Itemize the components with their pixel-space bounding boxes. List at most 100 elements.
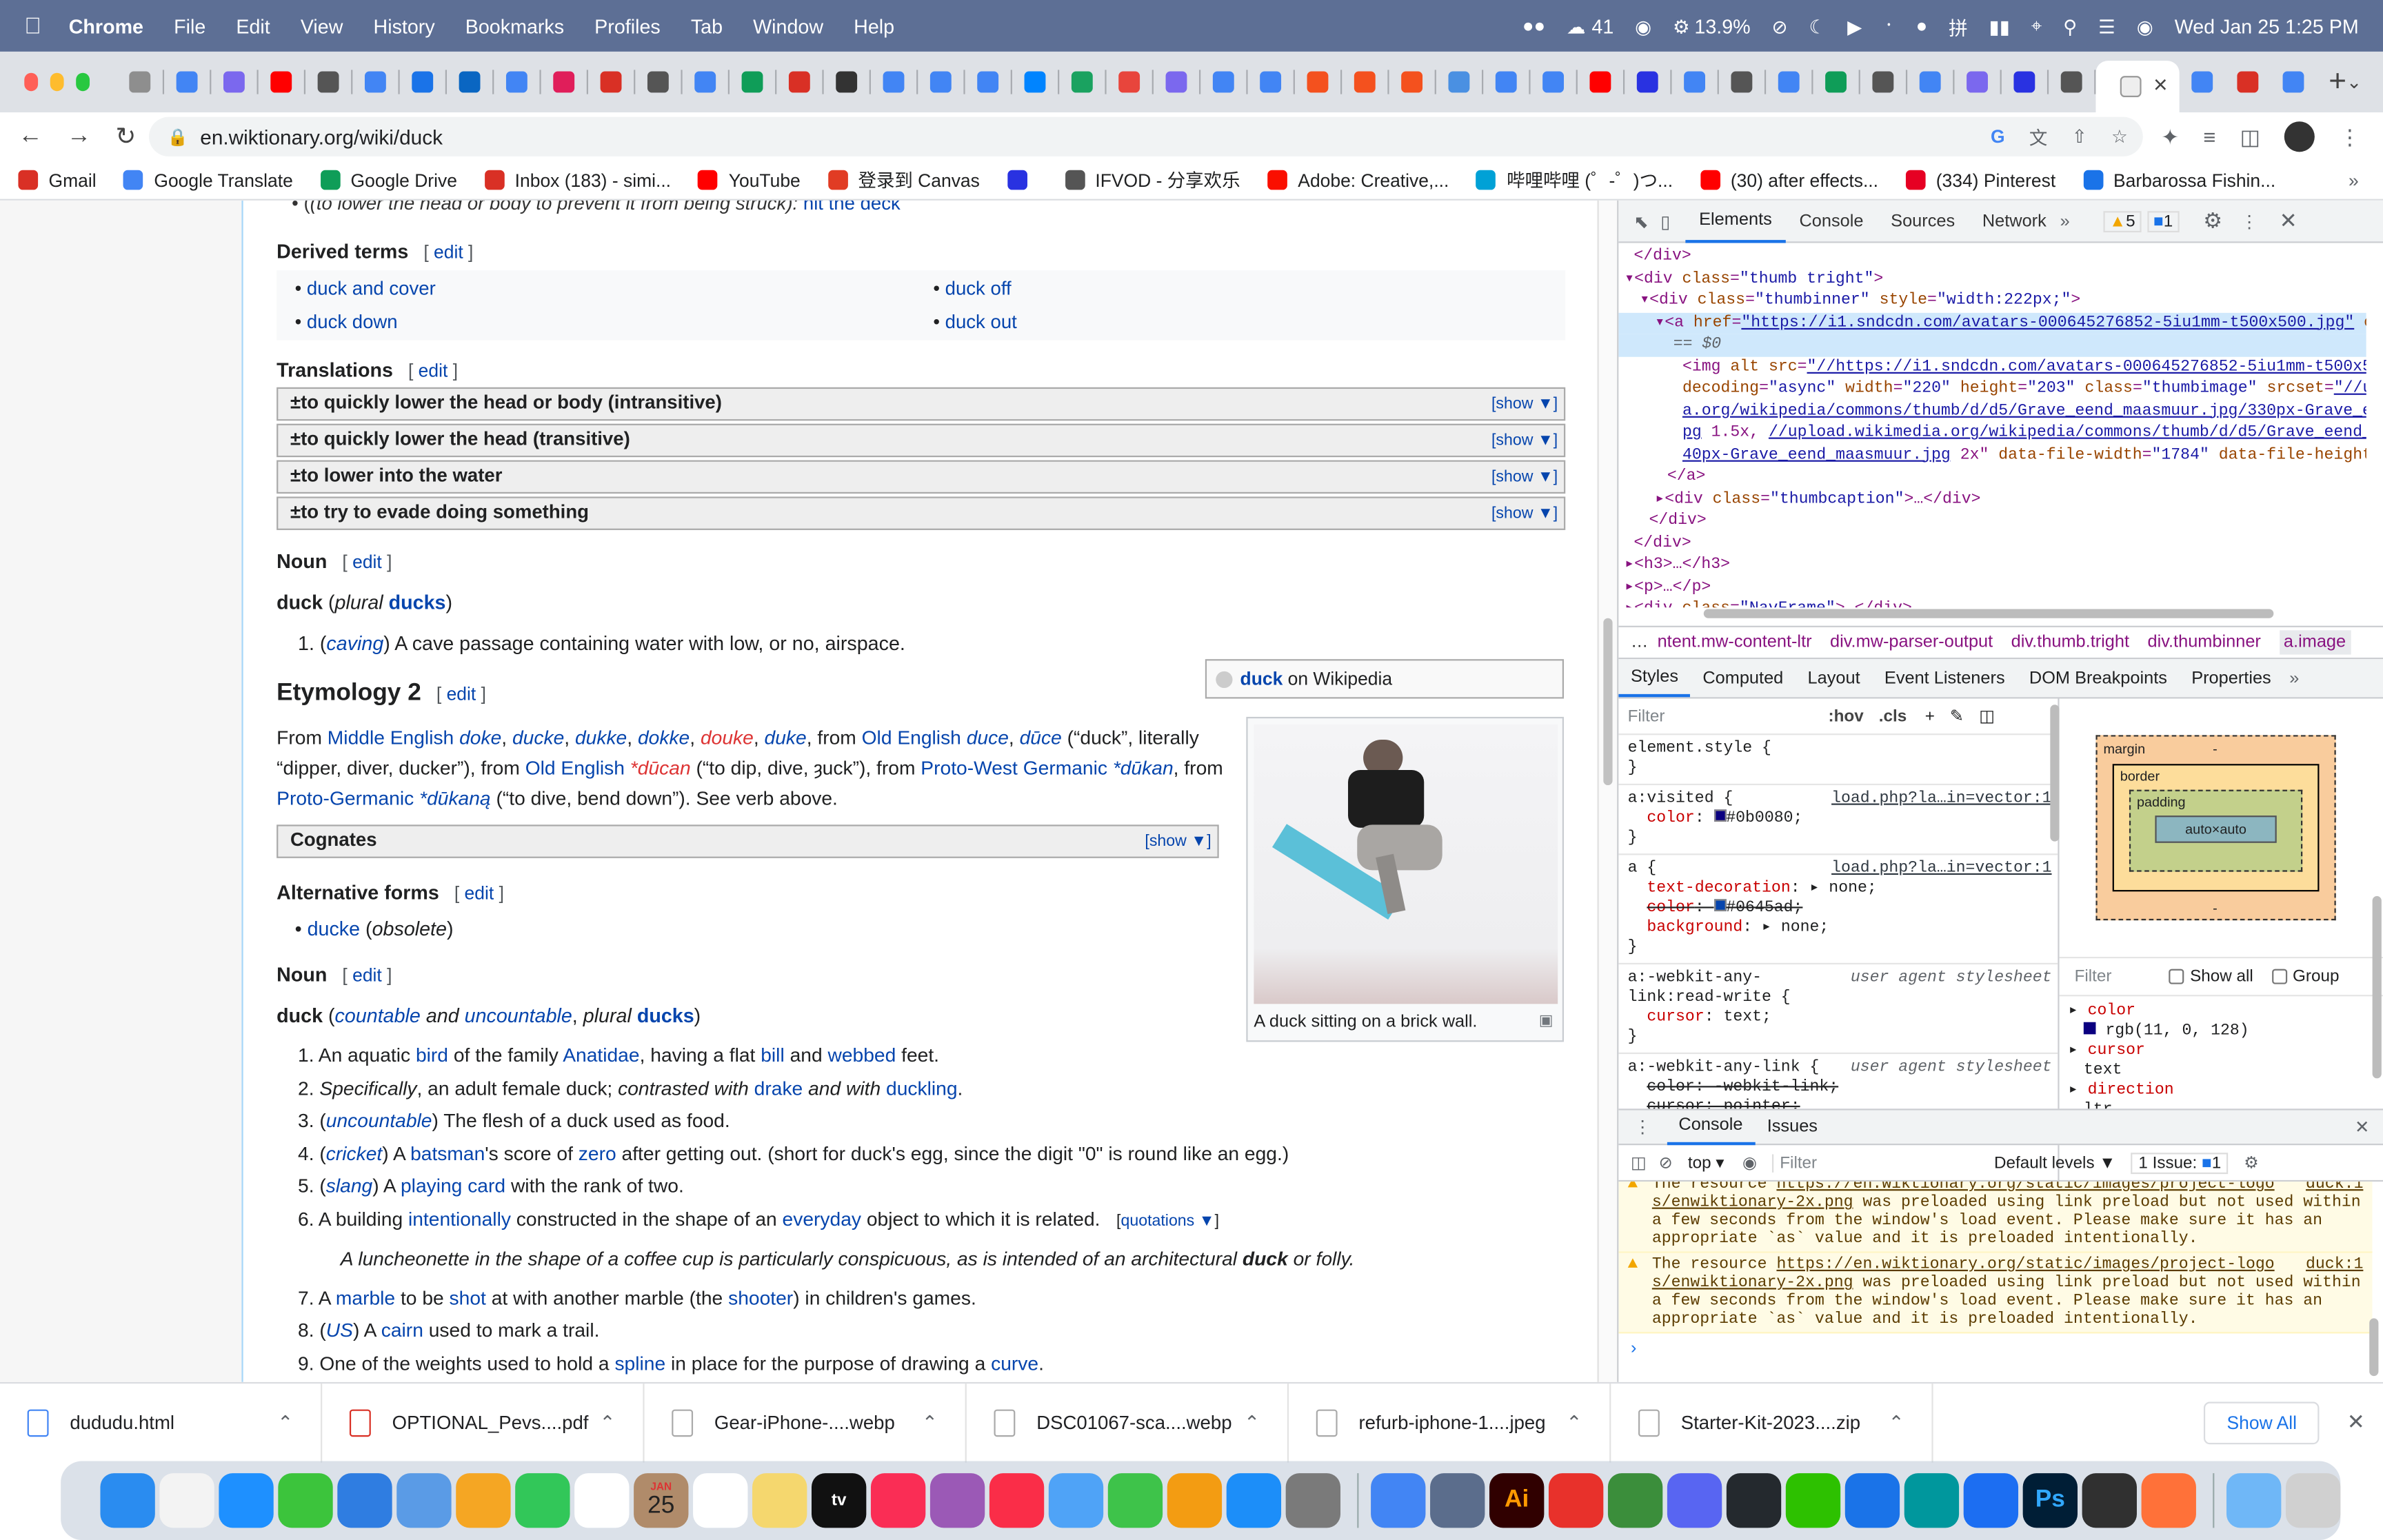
dark-dot-icon[interactable]: ● <box>1916 15 1928 37</box>
device-toolbar-icon[interactable]: ▯ <box>1660 210 1670 232</box>
messages-badge[interactable]: ■1 <box>2147 210 2180 232</box>
css-rule[interactable]: a {load.php?la…in=vector:1 text-decorati… <box>1618 855 2058 965</box>
moon-icon[interactable]: ☾ <box>1809 14 1826 37</box>
dock-app-icon[interactable]: Ps <box>2022 1473 2078 1528</box>
live-expression-eye-icon[interactable]: ◉ <box>1742 1153 1757 1172</box>
share-icon[interactable]: ⇧ <box>2072 126 2087 148</box>
console-prompt[interactable]: › <box>1618 1333 2372 1364</box>
bookmark-item[interactable]: 登录到 Canvas <box>827 167 980 192</box>
tab-favicon-icon[interactable] <box>1024 71 1046 93</box>
show-all-checkbox[interactable] <box>2169 969 2184 984</box>
download-item[interactable]: refurb-iphone-1....jpeg ⌃ <box>1289 1383 1611 1462</box>
tab-computed[interactable]: Computed <box>1691 660 1796 696</box>
menu-view[interactable]: View <box>301 14 343 37</box>
bluetooth-icon[interactable]: ᛫ <box>1883 15 1895 37</box>
dock-app-icon[interactable] <box>515 1473 570 1528</box>
menu-bookmarks[interactable]: Bookmarks <box>465 14 564 37</box>
tab-favicon-icon[interactable] <box>1448 71 1470 93</box>
computed-scrollbar[interactable] <box>2372 895 2382 1079</box>
tab-favicon-icon[interactable] <box>1731 71 1753 93</box>
siri-icon[interactable]: ◉ <box>2137 14 2153 37</box>
more-style-tabs-icon[interactable]: » <box>2289 669 2299 687</box>
caving-link[interactable]: caving <box>326 632 383 655</box>
menu-tab[interactable]: Tab <box>691 14 723 37</box>
devtools-settings-gear-icon[interactable]: ⚙ <box>2203 208 2222 234</box>
tab-favicon-icon[interactable] <box>176 71 198 93</box>
toggle-sidebar-icon[interactable]: ◫ <box>1979 706 1995 726</box>
dock-app-icon[interactable] <box>1226 1473 1282 1528</box>
tab-favicon-icon[interactable] <box>1589 71 1611 93</box>
dock-app-icon[interactable] <box>574 1473 630 1528</box>
translations-edit[interactable]: [ edit ] <box>408 356 458 385</box>
side-panel-icon[interactable]: ◫ <box>2240 124 2260 150</box>
window-minimize-button[interactable] <box>50 72 64 92</box>
tab-favicon-icon[interactable] <box>1400 71 1422 93</box>
bookmark-item[interactable] <box>1007 170 1038 190</box>
duck-thumbnail-image[interactable] <box>1254 724 1558 1004</box>
menu-history[interactable]: History <box>374 14 435 37</box>
translation-row[interactable]: ±to quickly lower the head (transitive)[… <box>276 423 1566 458</box>
tab-favicon-icon[interactable] <box>977 71 998 93</box>
bookmark-star-icon[interactable]: ☆ <box>2111 126 2128 148</box>
menu-profiles[interactable]: Profiles <box>594 14 661 37</box>
dock-app-icon[interactable] <box>870 1473 926 1528</box>
tab-favicon-icon[interactable] <box>459 71 481 93</box>
tab-favicon-icon[interactable] <box>1354 71 1376 93</box>
google-lens-icon[interactable]: G <box>1991 126 2005 148</box>
tab-network[interactable]: Network <box>1969 200 2060 243</box>
window-zoom-button[interactable] <box>76 72 90 92</box>
hit-the-deck-link[interactable]: hit the deck <box>803 201 901 214</box>
etymology2-edit[interactable]: [ edit ] <box>436 680 486 709</box>
cpu-gear-icon[interactable]: ⚙ <box>1673 14 1690 37</box>
tab-favicon-icon[interactable] <box>741 71 763 93</box>
wikipedia-duck-link[interactable]: duck <box>1240 665 1283 693</box>
show-all-downloads-button[interactable]: Show All <box>2204 1401 2320 1444</box>
inspect-element-icon[interactable]: ⬉ <box>1633 210 1648 232</box>
download-item[interactable]: DSC01067-sca....webp ⌃ <box>967 1383 1289 1462</box>
tab-favicon-icon[interactable] <box>412 71 433 93</box>
tab-event-listeners[interactable]: Event Listeners <box>1872 660 2017 696</box>
lock-icon[interactable]: 🔒 <box>167 127 188 146</box>
download-item[interactable]: dududu.html ⌃ <box>0 1383 323 1462</box>
new-rule-icon[interactable]: + <box>1925 707 1935 725</box>
bookmark-item[interactable]: Inbox (183) - simi... <box>484 170 671 191</box>
tab-favicon-icon[interactable] <box>2060 71 2082 93</box>
css-rule[interactable]: a:visited {load.php?la…in=vector:1 color… <box>1618 785 2058 855</box>
crumb[interactable]: div.thumbinner <box>2147 634 2260 651</box>
dock-app-icon[interactable] <box>100 1473 155 1528</box>
creative-cloud-icon[interactable]: ●● <box>1522 15 1545 37</box>
computed-filter-input[interactable]: Filter <box>2075 967 2169 985</box>
tab-favicon-icon[interactable] <box>1118 71 1140 93</box>
derived-duck-down[interactable]: duck down <box>307 312 398 333</box>
context-select[interactable]: top ▾ <box>1688 1153 1725 1172</box>
omnibox[interactable]: 🔒 en.wiktionary.org/wiki/duck G 文 ⇧ ☆ <box>149 116 2143 156</box>
cls-toggle[interactable]: .cls <box>1879 707 1907 725</box>
box-margin[interactable]: margin - - border padding auto×auto <box>2095 735 2336 921</box>
cognates-box[interactable]: Cognates [show ▼] <box>276 824 1219 858</box>
window-close-button[interactable] <box>24 72 39 92</box>
tab-favicon-icon[interactable] <box>223 71 245 93</box>
console-warning[interactable]: ▲ The resource https://en.wiktionary.org/… <box>1618 1253 2373 1334</box>
warnings-badge[interactable]: ▲5 <box>2103 210 2142 232</box>
dock-app-icon[interactable] <box>1726 1473 1782 1528</box>
drawer-menu-icon[interactable]: ⋮ <box>1633 1116 1651 1137</box>
menu-file[interactable]: File <box>174 14 205 37</box>
ducke-link[interactable]: ducke <box>308 918 360 940</box>
bookmarks-overflow-icon[interactable]: » <box>2349 170 2359 191</box>
tab-favicon-icon[interactable] <box>505 71 527 93</box>
quotations-toggle[interactable]: quotations ▼ <box>1120 1211 1214 1229</box>
paint-icon[interactable]: ✎ <box>1950 706 1964 726</box>
tab-favicon-icon[interactable] <box>788 71 810 93</box>
dock-app-icon[interactable] <box>278 1473 333 1528</box>
dock-app-icon[interactable] <box>752 1473 807 1528</box>
dom-tree[interactable]: </div> ▾<div class="thumb tright"> ▾<div… <box>1618 243 2366 607</box>
tab-favicon-icon[interactable] <box>600 71 622 93</box>
dock-app-icon[interactable] <box>396 1473 452 1528</box>
derived-duck-off[interactable]: duck off <box>945 278 1012 299</box>
drawer-tab-issues[interactable]: Issues <box>1755 1108 1830 1145</box>
tab-favicon-icon[interactable] <box>2013 71 2035 93</box>
dock-app-icon[interactable] <box>1285 1473 1341 1528</box>
bookmark-item[interactable]: Barbarossa Fishin... <box>2082 170 2275 191</box>
bookmark-item[interactable]: Adobe: Creative,... <box>1267 170 1449 191</box>
spotlight-icon[interactable]: ⚲ <box>2063 14 2077 37</box>
